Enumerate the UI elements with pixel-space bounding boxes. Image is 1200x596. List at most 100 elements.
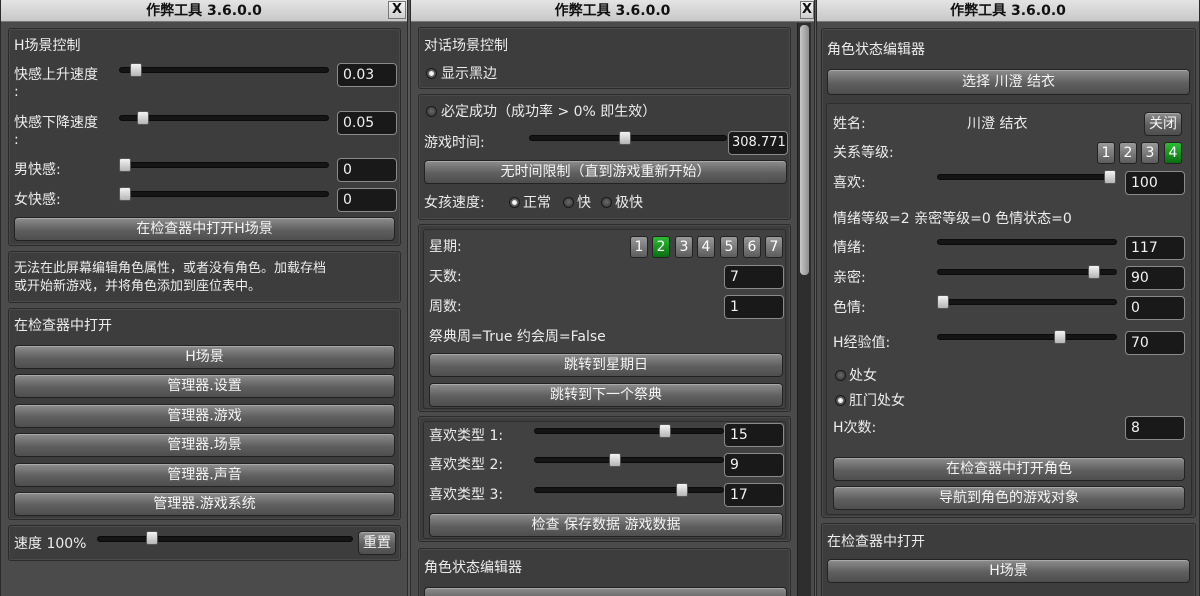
- inspector-h-scene-button[interactable]: H场景: [827, 559, 1190, 583]
- relation-level-3[interactable]: 3: [1141, 142, 1159, 164]
- weekday-button-6[interactable]: 6: [743, 236, 761, 258]
- like-slider[interactable]: [937, 174, 1115, 180]
- virgin-toggle[interactable]: [835, 370, 846, 381]
- male-pleasure-slider[interactable]: [119, 162, 329, 168]
- speed-normal-radio[interactable]: [509, 197, 520, 208]
- character-editor-panel: 角色状态编辑器 选择 川澄 结衣 姓名: 川澄 结衣 关闭 关系等级: 1 2 …: [821, 28, 1196, 518]
- speed-slider-thumb[interactable]: [146, 531, 158, 545]
- anal-virgin-label: 肛门处女: [849, 393, 905, 409]
- pleasure-rise-slider-thumb[interactable]: [130, 63, 142, 77]
- like-type-2-slider-thumb[interactable]: [609, 453, 621, 467]
- character-detail-panel: 姓名: 川澄 结衣 关闭 关系等级: 1 2 3 4 喜欢: 100 情绪等级=…: [826, 103, 1192, 515]
- weekday-button-3[interactable]: 3: [675, 236, 693, 258]
- scrollbar-thumb[interactable]: [800, 25, 809, 275]
- relation-level-1[interactable]: 1: [1097, 142, 1115, 164]
- weekday-button-4[interactable]: 4: [697, 236, 715, 258]
- h-experience-label: H经验值:: [833, 335, 891, 351]
- female-pleasure-input[interactable]: 0: [337, 188, 397, 212]
- like-type-3-slider[interactable]: [534, 487, 724, 493]
- pleasure-fall-input[interactable]: 0.05: [337, 111, 397, 135]
- h-scene-title: H场景控制: [14, 38, 81, 54]
- close-button[interactable]: X: [388, 1, 406, 19]
- no-time-limit-button[interactable]: 无时间限制（直到游戏重新开始）: [424, 160, 787, 184]
- pleasure-rise-input[interactable]: 0.03: [337, 63, 397, 87]
- always-success-toggle[interactable]: [426, 106, 437, 117]
- inspector-button-game-system[interactable]: 管理器.游戏系统: [14, 492, 395, 516]
- open-character-button[interactable]: 在检查器中打开角色: [833, 457, 1185, 481]
- h-experience-input[interactable]: 70: [1125, 331, 1185, 355]
- inspector-title-w3: 在检查器中打开: [827, 534, 925, 550]
- lewd-slider-thumb[interactable]: [937, 295, 949, 309]
- inspector-title: 在检查器中打开: [14, 318, 112, 334]
- game-time-input[interactable]: 308.771: [728, 131, 788, 155]
- black-border-radio[interactable]: [426, 68, 437, 79]
- black-border-label: 显示黑边: [441, 66, 497, 82]
- inspector-button-scene[interactable]: 管理器.场景: [14, 433, 395, 457]
- h-count-input[interactable]: 8: [1125, 416, 1185, 440]
- jump-to-sunday-button[interactable]: 跳转到星期日: [429, 353, 783, 377]
- anal-virgin-toggle[interactable]: [835, 395, 846, 406]
- day-count-label: 天数:: [429, 269, 462, 285]
- notice-line-1: 无法在此屏幕编辑角色属性，或者没有角色。加载存档: [14, 261, 327, 276]
- weekday-button-2[interactable]: 2: [652, 236, 670, 258]
- inspector-button-game[interactable]: 管理器.游戏: [14, 404, 395, 428]
- pleasure-rise-slider[interactable]: [119, 67, 329, 73]
- male-pleasure-input[interactable]: 0: [337, 158, 397, 182]
- like-type-1-input[interactable]: 15: [724, 423, 784, 447]
- like-slider-thumb[interactable]: [1104, 170, 1116, 184]
- select-character-button[interactable]: 选择 川澄 结衣: [827, 69, 1190, 95]
- game-time-slider-thumb[interactable]: [619, 131, 631, 145]
- jump-to-festival-button[interactable]: 跳转到下一个祭典: [429, 383, 783, 407]
- weekday-button-7[interactable]: 7: [765, 236, 783, 258]
- week-label: 星期:: [429, 239, 462, 255]
- speed-very-fast-label: 极快: [615, 195, 643, 211]
- vertical-scrollbar[interactable]: [797, 23, 811, 596]
- inspector-button-settings[interactable]: 管理器.设置: [14, 374, 395, 398]
- speed-slider[interactable]: [97, 536, 353, 542]
- relation-level-label: 关系等级:: [833, 145, 894, 161]
- pleasure-fall-slider[interactable]: [119, 115, 329, 121]
- male-pleasure-slider-thumb[interactable]: [119, 158, 131, 172]
- lewd-slider[interactable]: [937, 299, 1117, 305]
- intimacy-input[interactable]: 90: [1125, 266, 1185, 290]
- close-button[interactable]: X: [800, 1, 814, 19]
- lewd-input[interactable]: 0: [1125, 296, 1185, 320]
- like-type-3-input[interactable]: 17: [724, 483, 784, 507]
- festival-status: 祭典周=True 约会周=False: [429, 329, 606, 345]
- female-pleasure-slider[interactable]: [119, 191, 329, 197]
- emotion-input[interactable]: 117: [1125, 236, 1185, 260]
- char-editor-panel: 角色状态编辑器: [418, 548, 791, 596]
- emotion-slider[interactable]: [937, 239, 1117, 245]
- h-experience-slider-thumb[interactable]: [1054, 330, 1066, 344]
- relation-level-4[interactable]: 4: [1164, 142, 1182, 164]
- close-character-button[interactable]: 关闭: [1144, 112, 1182, 136]
- week-count-input[interactable]: 1: [724, 295, 784, 319]
- navigate-to-character-button[interactable]: 导航到角色的游戏对象: [833, 486, 1185, 510]
- intimacy-slider-thumb[interactable]: [1088, 265, 1100, 279]
- like-type-1-slider[interactable]: [534, 428, 724, 434]
- check-save-data-button[interactable]: 检查 保存数据 游戏数据: [429, 513, 783, 537]
- weekday-button-5[interactable]: 5: [720, 236, 738, 258]
- relation-level-2[interactable]: 2: [1119, 142, 1137, 164]
- female-pleasure-slider-thumb[interactable]: [119, 187, 131, 201]
- open-h-scene-button[interactable]: 在检查器中打开H场景: [14, 217, 395, 241]
- day-count-input[interactable]: 7: [724, 265, 784, 289]
- weekday-button-1[interactable]: 1: [630, 236, 648, 258]
- inspector-button-h-scene[interactable]: H场景: [14, 345, 395, 369]
- pleasure-rise-label: 快感上升速度: [14, 67, 98, 83]
- like-type-3-slider-thumb[interactable]: [676, 483, 688, 497]
- like-type-1-slider-thumb[interactable]: [659, 424, 671, 438]
- like-type-2-slider[interactable]: [534, 457, 724, 463]
- inspector-button-sound[interactable]: 管理器.声音: [14, 463, 395, 487]
- pleasure-fall-slider-thumb[interactable]: [137, 111, 149, 125]
- speed-fast-radio[interactable]: [563, 197, 574, 208]
- speed-reset-button[interactable]: 重置: [358, 531, 396, 555]
- h-experience-slider[interactable]: [937, 334, 1117, 340]
- male-pleasure-label: 男快感:: [14, 162, 61, 178]
- speed-very-fast-radio[interactable]: [601, 197, 612, 208]
- select-character-button[interactable]: [424, 587, 787, 596]
- like-type-2-input[interactable]: 9: [724, 453, 784, 477]
- like-type-1-label: 喜欢类型 1:: [429, 428, 504, 444]
- calendar-panel: 星期: 1 2 3 4 5 6 7 天数: 7 周数: 1 祭典周=True 约…: [418, 224, 791, 412]
- like-input[interactable]: 100: [1125, 171, 1185, 195]
